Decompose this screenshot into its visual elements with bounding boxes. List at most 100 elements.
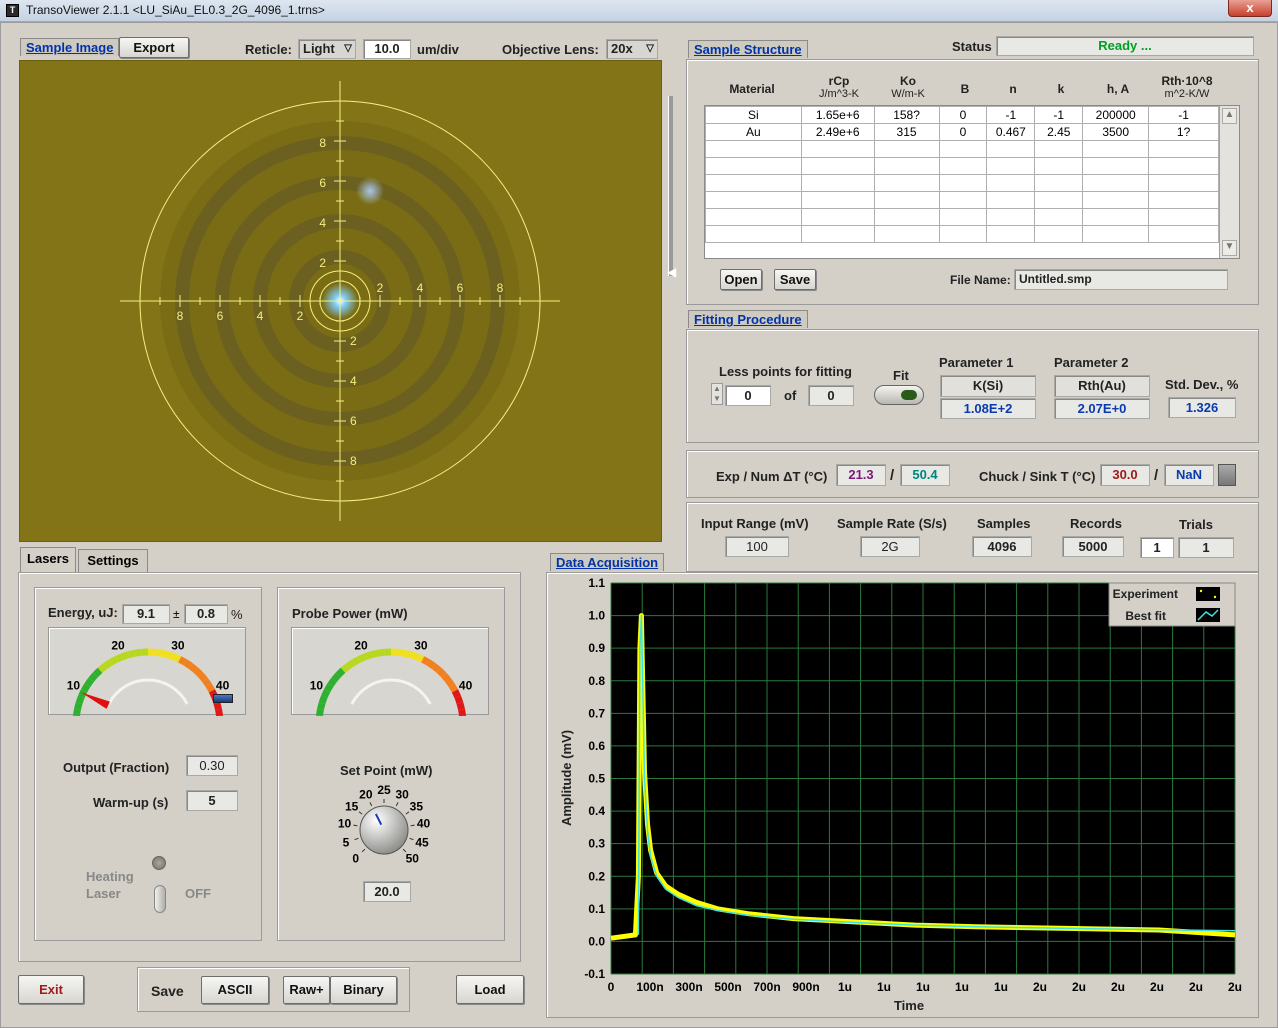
close-button[interactable]: x (1228, 0, 1272, 17)
table-row[interactable] (705, 191, 1219, 209)
table-cell[interactable] (938, 208, 988, 226)
heating-laser-toggle[interactable] (154, 885, 166, 913)
warmup-field[interactable]: 5 (186, 790, 238, 811)
open-button[interactable]: Open (720, 269, 762, 290)
table-cell[interactable] (1082, 208, 1150, 226)
table-row[interactable] (705, 225, 1219, 243)
table-cell[interactable] (1082, 157, 1150, 175)
table-cell[interactable]: 0.467 (986, 123, 1036, 141)
table-cell[interactable] (1082, 191, 1150, 209)
table-cell[interactable] (800, 174, 875, 192)
table-cell[interactable] (986, 174, 1036, 192)
splitter-arrow-icon[interactable]: ◀ (667, 266, 679, 278)
table-cell[interactable] (800, 191, 875, 209)
samples-field[interactable]: 4096 (972, 536, 1032, 557)
scale-input[interactable]: 10.0 (363, 39, 411, 59)
tab-sample-structure[interactable]: Sample Structure (688, 40, 808, 58)
table-cell[interactable] (986, 157, 1036, 175)
tab-sample-image[interactable]: Sample Image (20, 38, 120, 56)
sample-image-view[interactable]: 2 4 6 8 2 4 6 8 2 4 6 8 2 4 6 8 (19, 60, 662, 542)
table-cell[interactable] (1034, 191, 1084, 209)
tab-data-acquisition[interactable]: Data Acquisition (550, 553, 665, 571)
table-cell[interactable]: 0 (938, 106, 988, 124)
table-cell[interactable] (800, 225, 875, 243)
table-cell[interactable] (800, 157, 875, 175)
table-cell[interactable] (986, 208, 1036, 226)
table-cell[interactable] (938, 225, 988, 243)
table-cell[interactable] (705, 225, 802, 243)
table-row[interactable] (705, 157, 1219, 175)
table-cell[interactable]: -1 (1034, 106, 1084, 124)
material-table[interactable]: Si 1.65e+6 158? 0 -1 -1 200000 -1 Au 2.49e+6 315 0 0… (704, 105, 1240, 259)
save-structure-button[interactable]: Save (774, 269, 816, 290)
table-cell[interactable] (873, 225, 940, 243)
table-cell[interactable] (1148, 225, 1219, 243)
tab-lasers[interactable]: Lasers (20, 547, 76, 573)
table-cell[interactable] (1082, 140, 1150, 158)
reticle-select[interactable]: Light ▽ (298, 39, 356, 59)
table-cell[interactable] (800, 208, 875, 226)
table-cell[interactable] (1148, 174, 1219, 192)
table-cell[interactable]: 3500 (1082, 123, 1150, 141)
table-cell[interactable] (873, 174, 940, 192)
param1-name[interactable]: K(Si) (940, 375, 1036, 397)
load-button[interactable]: Load (456, 975, 524, 1004)
table-cell[interactable] (986, 225, 1036, 243)
table-scrollbar[interactable]: ▲ ▼ (1219, 106, 1239, 258)
table-cell[interactable]: 1? (1148, 123, 1219, 141)
table-row[interactable] (705, 174, 1219, 192)
set-point-knob[interactable]: 0 5 10 15 20 25 30 35 40 45 50 (332, 780, 442, 872)
table-cell[interactable] (1034, 174, 1084, 192)
table-cell[interactable] (1148, 140, 1219, 158)
table-row[interactable]: Au 2.49e+6 315 0 0.467 2.45 3500 1? (705, 123, 1219, 141)
table-cell[interactable] (705, 174, 802, 192)
param2-name[interactable]: Rth(Au) (1054, 375, 1150, 397)
table-cell[interactable]: 1.65e+6 (800, 106, 875, 124)
sample-rate-field[interactable]: 2G (860, 536, 920, 557)
table-cell[interactable] (1148, 191, 1219, 209)
splitter-bar[interactable] (668, 96, 673, 276)
table-row[interactable]: Si 1.65e+6 158? 0 -1 -1 200000 -1 (705, 106, 1219, 124)
table-cell[interactable] (705, 208, 802, 226)
table-cell[interactable] (705, 157, 802, 175)
table-cell[interactable]: 200000 (1082, 106, 1150, 124)
table-cell[interactable] (1034, 225, 1084, 243)
table-cell[interactable] (938, 140, 988, 158)
table-cell[interactable] (705, 140, 802, 158)
table-cell[interactable] (938, 191, 988, 209)
output-fraction-field[interactable]: 0.30 (186, 755, 238, 776)
set-point-value[interactable]: 20.0 (363, 881, 411, 902)
table-cell[interactable] (873, 157, 940, 175)
table-cell[interactable] (1034, 157, 1084, 175)
records-field[interactable]: 5000 (1062, 536, 1124, 557)
table-row[interactable] (705, 140, 1219, 158)
save-ascii-button[interactable]: ASCII (201, 976, 269, 1004)
table-cell[interactable]: 315 (873, 123, 940, 141)
file-name-field[interactable]: Untitled.smp (1014, 269, 1228, 290)
table-cell[interactable] (873, 191, 940, 209)
table-cell[interactable] (800, 140, 875, 158)
table-row[interactable] (705, 208, 1219, 226)
table-cell[interactable] (1082, 174, 1150, 192)
less-points-stepper[interactable]: ▲ ▼ (711, 383, 723, 405)
less-points-input[interactable]: 0 (725, 385, 771, 406)
table-cell[interactable]: -1 (1148, 106, 1219, 124)
table-cell[interactable] (1082, 225, 1150, 243)
trials-input[interactable]: 1 (1140, 537, 1174, 558)
table-cell[interactable]: 2.45 (1034, 123, 1084, 141)
table-cell[interactable] (873, 140, 940, 158)
save-raw-button[interactable]: Raw+ (283, 976, 330, 1004)
scroll-up-icon[interactable]: ▲ (1222, 108, 1237, 124)
table-cell[interactable] (1148, 157, 1219, 175)
table-cell[interactable] (1034, 208, 1084, 226)
table-cell[interactable]: -1 (986, 106, 1036, 124)
tab-fitting-procedure[interactable]: Fitting Procedure (688, 310, 808, 328)
objective-select[interactable]: 20x ▽ (606, 39, 658, 59)
table-cell[interactable]: 0 (938, 123, 988, 141)
fit-button[interactable] (874, 385, 924, 405)
table-cell[interactable]: Si (705, 106, 802, 124)
table-cell[interactable] (938, 157, 988, 175)
scroll-down-icon[interactable]: ▼ (1222, 240, 1237, 256)
exit-button[interactable]: Exit (18, 975, 84, 1004)
tab-settings[interactable]: Settings (78, 549, 148, 573)
